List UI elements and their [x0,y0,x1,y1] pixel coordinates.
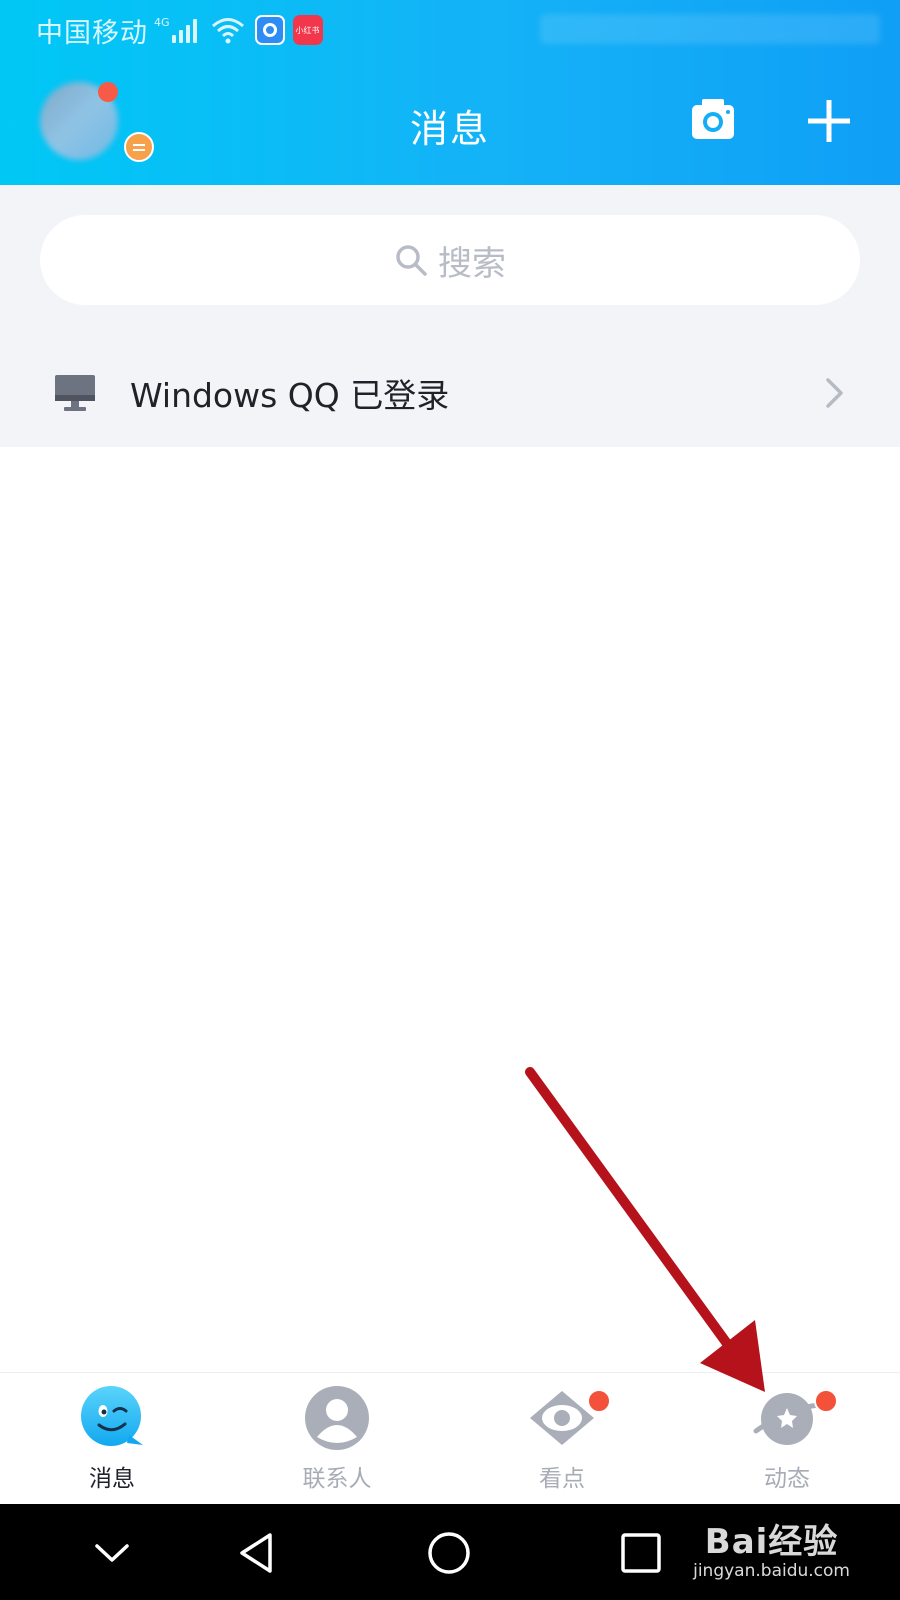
status-bar: 中国移动 4G 小红书 [0,0,900,60]
tab-label-feeds: 动态 [764,1466,810,1492]
tab-messages[interactable]: 消息 [47,1383,177,1503]
system-navigation-bar: Bai经验 jingyan.baidu.com [0,1504,900,1600]
status-right-blurred [540,14,880,44]
windows-qq-login-row[interactable]: Windows QQ 已登录 [0,348,900,438]
recent-apps-icon[interactable] [618,1530,664,1576]
chevron-right-icon [826,378,843,408]
signal-icon [171,17,197,43]
page-title: 消息 [409,107,490,151]
browser-app-icon [254,15,285,45]
watermark-main: Bai经验 [704,1522,839,1562]
wifi-icon [211,18,244,44]
plus-icon[interactable] [806,98,852,144]
xiaohongshu-app-icon: 小红书 [292,15,323,45]
tab-feeds[interactable]: 动态 [722,1383,852,1503]
camera-icon[interactable] [690,96,736,142]
login-notice-text: Windows QQ 已登录 [130,376,450,415]
watermark-url: jingyan.baidu.com [693,1561,850,1581]
tab-kandian[interactable]: 看点 [497,1383,627,1503]
monitor-icon [55,375,95,411]
planet-star-icon [753,1393,821,1445]
qq-message-icon [81,1386,143,1446]
eye-icon [530,1391,594,1445]
tab-contacts[interactable]: 联系人 [272,1383,402,1503]
search-icon [396,245,427,276]
home-icon[interactable] [426,1530,472,1576]
kandian-notification-dot [587,1389,611,1413]
baidu-jingyan-watermark: Bai经验 jingyan.baidu.com [693,1514,850,1581]
contacts-icon [305,1386,369,1450]
chevron-down-icon[interactable] [89,1530,135,1576]
app-header: 中国移动 4G 小红书 消息 [0,0,900,185]
search-placeholder: 搜索 [438,243,506,284]
back-icon[interactable] [234,1530,280,1576]
carrier-name: 中国移动 [36,17,148,49]
search-input[interactable]: 搜索 [40,215,860,305]
bottom-tab-bar: 消息 联系人 看点 动态 [0,1372,900,1504]
tab-label-messages: 消息 [89,1466,135,1492]
tab-label-contacts: 联系人 [302,1466,372,1492]
feeds-notification-dot [814,1389,838,1413]
tab-label-kandian: 看点 [539,1466,585,1492]
network-type: 4G [154,15,170,29]
